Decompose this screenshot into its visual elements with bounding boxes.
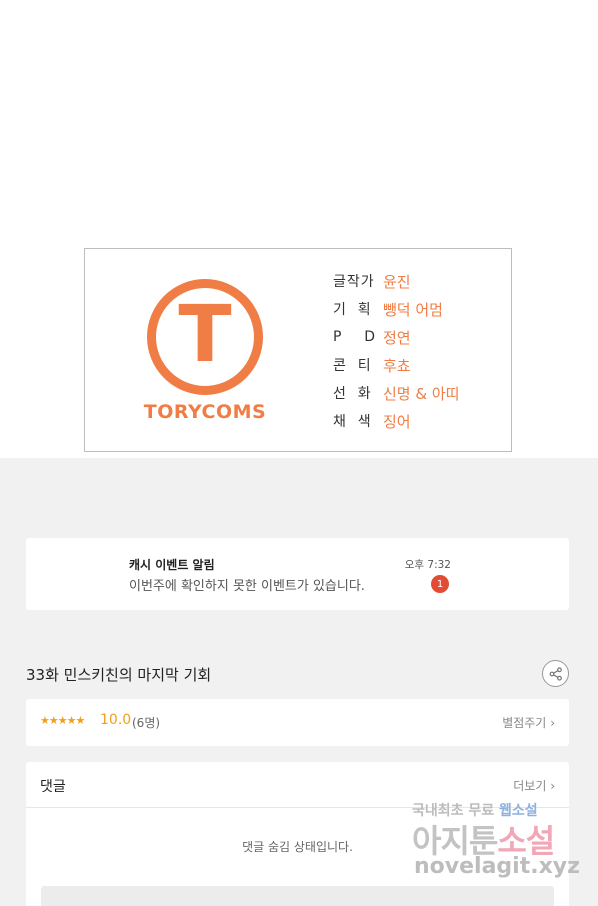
share-icon <box>549 666 562 681</box>
credits-list: 글작가 윤진 기 획 뺑덕 어멈 P D 정연 콘 티 후쵸 선 화 신명 & … <box>333 267 459 435</box>
comment-input-box[interactable] <box>41 886 554 906</box>
episode-title: 33화 민스키친의 마지막 기회 <box>26 666 212 684</box>
share-button[interactable] <box>542 660 569 687</box>
credit-label: 채 색 <box>333 414 372 430</box>
torycoms-logo: T TORYCOMS <box>133 277 283 427</box>
content-image-area: T TORYCOMS 글작가 윤진 기 획 뺑덕 어멈 P D 정연 콘 티 후… <box>0 0 598 458</box>
rate-button[interactable]: 별점주기 › <box>502 714 555 731</box>
rate-label: 별점주기 <box>502 716 547 730</box>
credit-value: 후쵸 <box>383 356 411 375</box>
comments-more-button[interactable]: 더보기 › <box>513 777 555 794</box>
credit-row: 글작가 윤진 <box>333 267 459 295</box>
credit-row: P D 정연 <box>333 323 459 351</box>
credit-row: 기 획 뺑덕 어멈 <box>333 295 459 323</box>
rating-bar: ★★★★★ 10.0 (6명) 별점주기 › <box>26 699 569 746</box>
credit-value: 윤진 <box>383 272 411 291</box>
credit-value: 정연 <box>383 328 411 347</box>
credit-label: 선 화 <box>333 386 372 402</box>
notice-timestamp: 오후 7:32 <box>404 559 451 571</box>
credit-label: 글작가 <box>333 274 375 290</box>
credit-value: 징어 <box>383 412 411 431</box>
more-label: 더보기 <box>513 779 547 793</box>
star-rating-icon: ★★★★★ <box>40 714 85 727</box>
credit-label: P D <box>333 329 377 345</box>
credit-row: 채 색 징어 <box>333 407 459 435</box>
watermark-url: novelagit.xyz <box>414 854 580 879</box>
rating-score: 10.0 <box>100 712 132 728</box>
logo-letter: T <box>178 290 232 380</box>
credit-row: 콘 티 후쵸 <box>333 351 459 379</box>
cash-event-notice[interactable]: 캐시 이벤트 알림 이번주에 확인하지 못한 이벤트가 있습니다. 오후 7:3… <box>26 538 569 610</box>
credit-value: 뺑덕 어멈 <box>383 300 443 319</box>
chevron-right-icon: › <box>550 779 555 793</box>
notice-message: 이번주에 확인하지 못한 이벤트가 있습니다. <box>129 579 365 594</box>
credit-label: 기 획 <box>333 302 372 318</box>
site-watermark: 국내최초 무료 웹소설 아지툰소설 novelagit.xyz <box>408 798 580 888</box>
credit-row: 선 화 신명 & 아띠 <box>333 379 459 407</box>
notice-count-badge: 1 <box>431 575 449 593</box>
credit-label: 콘 티 <box>333 358 372 374</box>
credit-value: 신명 & 아띠 <box>383 384 460 403</box>
rating-count: (6명) <box>132 716 161 730</box>
credits-panel: T TORYCOMS 글작가 윤진 기 획 뺑덕 어멈 P D 정연 콘 티 후… <box>84 248 512 452</box>
logo-wordmark: TORYCOMS <box>143 401 267 423</box>
comments-title: 댓글 <box>40 779 66 795</box>
chevron-right-icon: › <box>550 716 555 730</box>
notice-title: 캐시 이벤트 알림 <box>129 558 215 572</box>
